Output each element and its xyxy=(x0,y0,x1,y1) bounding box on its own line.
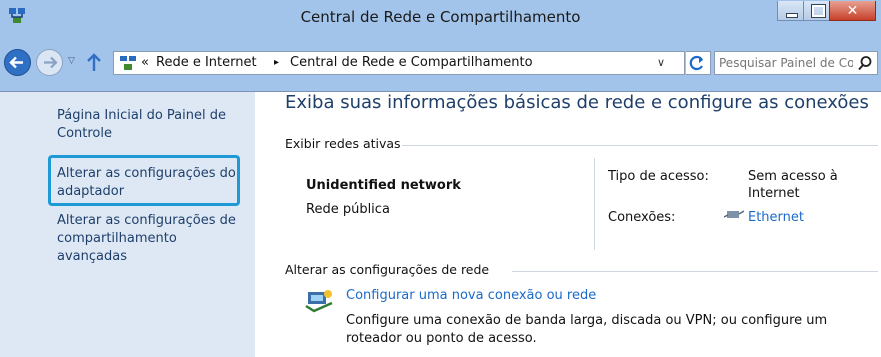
connections-label: Conexões: xyxy=(608,210,676,225)
refresh-icon xyxy=(689,55,703,71)
chevron-down-icon[interactable]: ∨ xyxy=(657,52,665,74)
maximize-button[interactable] xyxy=(803,1,830,21)
access-type-label: Tipo de acesso: xyxy=(608,169,709,184)
breadcrumb-prefix[interactable]: « xyxy=(141,52,149,74)
ethernet-connection-link[interactable]: Ethernet xyxy=(748,209,804,226)
page-title: Exiba suas informações básicas de rede e… xyxy=(285,92,869,113)
active-networks-label: Exibir redes ativas xyxy=(285,136,401,151)
breadcrumb-rede-internet[interactable]: Rede e Internet xyxy=(156,52,257,74)
vertical-divider xyxy=(594,158,595,250)
section-divider xyxy=(512,271,878,272)
close-icon: ✕ xyxy=(846,3,859,19)
maximize-icon xyxy=(811,4,826,18)
access-type-value: Sem acesso à Internet xyxy=(748,169,838,201)
minimize-icon xyxy=(786,13,798,18)
close-button[interactable]: ✕ xyxy=(829,1,876,21)
arrow-right-icon xyxy=(44,56,58,69)
ethernet-icon xyxy=(724,210,744,218)
up-arrow-icon[interactable] xyxy=(84,51,104,73)
title-bar: Central de Rede e Compartilhamento ✕ xyxy=(0,0,881,35)
arrow-left-icon xyxy=(9,56,23,69)
change-network-settings-label: Alterar as configurações de rede xyxy=(285,262,490,277)
window-title: Central de Rede e Compartilhamento xyxy=(300,8,581,26)
breadcrumb-separator[interactable]: ▸ xyxy=(274,52,279,74)
breadcrumb-central-rede[interactable]: Central de Rede e Compartilhamento xyxy=(290,52,533,74)
highlight-frame xyxy=(48,155,240,206)
back-button[interactable] xyxy=(4,49,31,76)
network-name: Unidentified network xyxy=(306,178,461,193)
network-type-link[interactable]: Rede pública xyxy=(306,202,390,217)
sidebar-item-advanced-sharing-settings[interactable]: Alterar as configurações de compartilham… xyxy=(57,212,242,266)
search-box[interactable] xyxy=(714,51,878,75)
new-connection-icon xyxy=(305,290,333,313)
control-panel-icon xyxy=(120,56,136,70)
section-divider xyxy=(402,145,878,146)
new-connection-link[interactable]: Configurar uma nova conexão ou rede xyxy=(346,288,596,303)
recent-locations-dropdown[interactable]: ▽ xyxy=(68,56,75,66)
search-input[interactable] xyxy=(719,54,853,72)
new-connection-description: Configure uma conexão de banda larga, di… xyxy=(346,313,828,346)
forward-button[interactable] xyxy=(36,49,63,76)
sidebar-item-control-panel-home[interactable]: Página Inicial do Painel de Controle xyxy=(57,107,242,143)
network-center-icon xyxy=(9,8,25,23)
refresh-button[interactable] xyxy=(686,51,711,75)
address-bar[interactable]: « Rede e Internet ▸ Central de Rede e Co… xyxy=(113,51,685,75)
navigation-bar: ▽ « Rede e Internet ▸ Central de Rede e … xyxy=(0,35,881,91)
minimize-button[interactable] xyxy=(777,1,804,21)
search-icon[interactable] xyxy=(857,55,873,71)
